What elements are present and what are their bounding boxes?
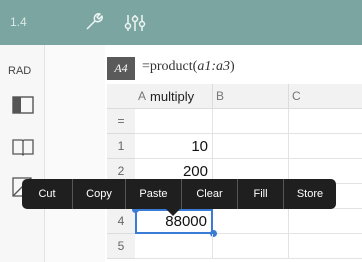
table-cell[interactable]: [213, 209, 289, 234]
left-sidebar: RAD: [0, 45, 45, 262]
column-header-b[interactable]: B: [213, 84, 289, 109]
table-cell[interactable]: [289, 209, 362, 234]
formula-prefix: =product(: [142, 59, 198, 74]
table-cell[interactable]: [213, 234, 289, 259]
store-menu-item[interactable]: Store: [284, 179, 336, 209]
variables-icon[interactable]: [120, 8, 150, 38]
row-header[interactable]: 4: [107, 209, 135, 234]
context-menu: Cut Copy Paste Clear Fill Store: [22, 179, 336, 209]
formula-suffix: ): [230, 59, 235, 74]
paste-menu-item[interactable]: Paste: [126, 179, 181, 209]
table-cell[interactable]: [135, 234, 213, 259]
layout-icon[interactable]: [10, 92, 36, 118]
fill-menu-item[interactable]: Fill: [238, 179, 283, 209]
sheet-gutter: [45, 45, 105, 262]
page-number[interactable]: 1.4: [10, 15, 27, 29]
top-toolbar: 1.4: [0, 0, 362, 45]
table-cell[interactable]: [289, 234, 362, 259]
table-cell[interactable]: [213, 134, 289, 159]
clear-menu-item[interactable]: Clear: [182, 179, 237, 209]
book-icon[interactable]: [10, 133, 36, 159]
formula-argument: a1:a3: [197, 59, 230, 74]
column-header-c[interactable]: C: [289, 84, 362, 109]
copy-menu-item[interactable]: Copy: [73, 179, 125, 209]
table-cell[interactable]: [135, 109, 213, 134]
table-cell[interactable]: [289, 134, 362, 159]
row-header[interactable]: 5: [107, 234, 135, 259]
cell-reference[interactable]: A4: [107, 57, 135, 80]
row-header[interactable]: 1: [107, 134, 135, 159]
table-cell[interactable]: [289, 109, 362, 134]
wrench-icon[interactable]: [78, 8, 108, 38]
column-letter: C: [292, 89, 301, 103]
column-letter: A: [138, 89, 147, 103]
formula-row-header[interactable]: =: [107, 109, 135, 134]
context-menu-pointer: [166, 209, 180, 216]
grid-corner: [107, 84, 135, 109]
table-cell[interactable]: 10: [135, 134, 213, 159]
column-letter: B: [216, 89, 225, 103]
table-cell[interactable]: [213, 109, 289, 134]
column-header-a[interactable]: A multiply: [135, 84, 213, 109]
column-name[interactable]: multiply: [150, 89, 194, 104]
formula-field[interactable]: =product(a1:a3): [142, 59, 235, 75]
angle-mode-indicator[interactable]: RAD: [8, 65, 31, 77]
cut-menu-item[interactable]: Cut: [22, 179, 72, 209]
